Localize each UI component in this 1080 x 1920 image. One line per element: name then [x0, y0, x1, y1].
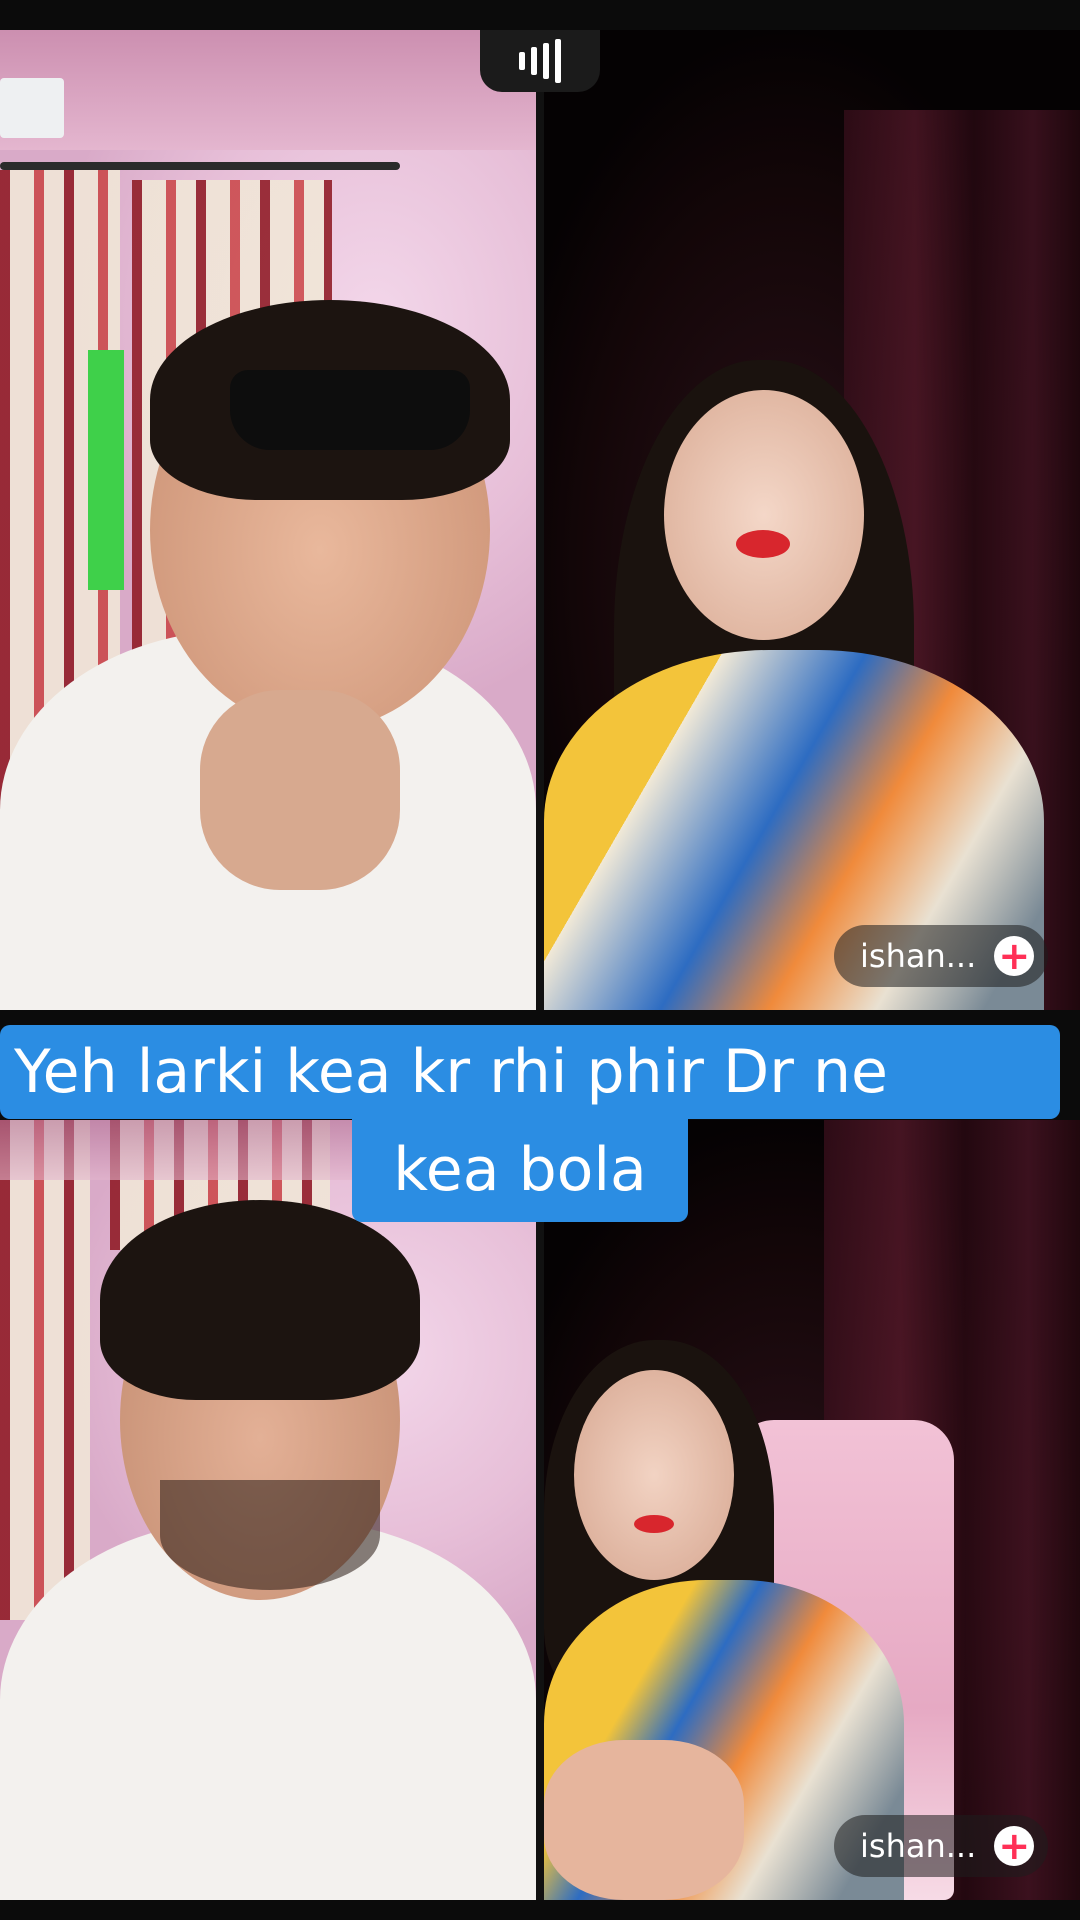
ceiling: [0, 30, 536, 150]
top-divider: [536, 30, 544, 1010]
caption-line-2-text: kea bola: [393, 1135, 647, 1205]
guest-name-pill[interactable]: ishan... +: [834, 1815, 1049, 1877]
curtain-left: [0, 1120, 90, 1620]
guest-name-pill[interactable]: ishan... +: [834, 925, 1049, 987]
red-lips: [736, 530, 790, 558]
top-right-video-feed: ishan... +: [544, 30, 1080, 1010]
bottom-left-video-feed: [0, 1120, 536, 1900]
caption-line-1: Yeh larki kea kr rhi phir Dr ne: [0, 1025, 1060, 1119]
guest-name: ishan...: [860, 1827, 977, 1865]
female-head: [664, 390, 864, 640]
bottom-divider: [536, 1120, 544, 1900]
male-hair: [100, 1200, 420, 1400]
red-lips: [634, 1515, 674, 1533]
air-conditioner: [0, 78, 64, 138]
top-left-video-feed: [0, 30, 536, 1010]
caption-line-2: kea bola: [352, 1118, 688, 1222]
curtain-rod: [0, 162, 400, 170]
beard: [160, 1480, 380, 1590]
caption-line-1-text: Yeh larki kea kr rhi phir Dr ne: [14, 1037, 888, 1107]
hand-on-chin: [200, 690, 400, 890]
plus-icon[interactable]: +: [994, 1826, 1035, 1866]
female-head: [574, 1370, 734, 1580]
hands: [544, 1740, 744, 1900]
green-window: [88, 350, 124, 590]
guest-name: ishan...: [860, 937, 977, 975]
sunglasses: [230, 370, 470, 450]
signal-bars-icon: [480, 30, 600, 92]
plus-icon[interactable]: +: [994, 936, 1035, 976]
bottom-right-video-feed: ishan... +: [544, 1120, 1080, 1900]
